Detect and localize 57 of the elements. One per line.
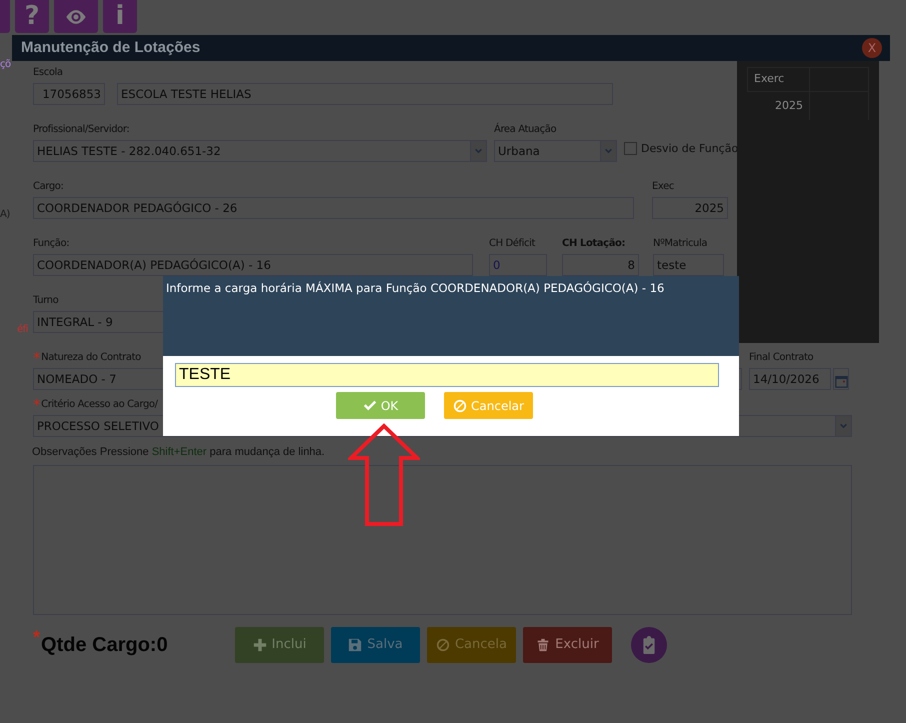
caret-icon — [839, 422, 848, 430]
field-label: Cargo: — [33, 180, 64, 194]
field-label: Função: — [33, 237, 70, 251]
table-cell: 2025 — [748, 91, 810, 120]
observations-textarea[interactable] — [33, 464, 852, 614]
field-label: Exec — [652, 180, 675, 194]
field-label: Natureza do Contrato — [41, 351, 141, 365]
cancel-icon — [436, 638, 450, 652]
input-field[interactable]: 17056853 — [33, 83, 105, 105]
field-label: CH Déficit — [489, 237, 536, 251]
field-label: Profissional/Servidor: — [33, 123, 130, 137]
checkbox-label: Desvio de Função — [641, 140, 738, 156]
answer-field[interactable]: TESTE — [175, 363, 719, 387]
toolbar-button[interactable] — [54, 0, 98, 33]
required-marker: * — [33, 626, 40, 648]
input-field[interactable]: COORDENADOR PEDAGÓGICO - 26 — [33, 197, 634, 219]
window-title: Manutenção de Lotações — [21, 38, 200, 58]
caret-icon — [604, 146, 613, 156]
input-field[interactable]: ESCOLA TESTE HELIAS — [117, 83, 613, 105]
field-label: NºMatricula — [653, 237, 708, 251]
input-field[interactable]: COORDENADOR(A) PEDAGÓGICO(A) - 16 — [33, 254, 473, 276]
date-field[interactable]: 14/10/2026 — [749, 368, 831, 390]
field-label: Turno — [33, 294, 60, 308]
field-label: Critério Acesso ao Cargo/ — [41, 398, 158, 412]
input-field[interactable]: 0 — [489, 254, 547, 276]
count-label: Qtde Cargo:0 — [41, 632, 168, 658]
prompt-message: Informe a carga horária MÁXIMA para Função COORDENADOR(A) PEDAGÓGICO(A) - 16 — [166, 280, 666, 297]
cancel-button[interactable]: Cancela — [427, 626, 516, 662]
calendar-icon — [835, 375, 848, 388]
required-marker: * — [33, 397, 40, 413]
toolbar-button[interactable]: i — [103, 0, 137, 33]
close-button[interactable]: X — [862, 38, 882, 58]
cancel-button[interactable]: Cancelar — [444, 392, 533, 419]
select-field[interactable]: HELIAS TESTE - 282.040.651-32 — [33, 140, 487, 162]
input-field[interactable]: teste — [653, 254, 724, 276]
required-marker: * — [33, 350, 40, 366]
field-label: CH Lotação: — [562, 237, 626, 251]
field-label: Escola — [33, 66, 64, 80]
caret-icon — [474, 146, 483, 156]
column-header: Exerc — [748, 68, 810, 91]
checkmark-icon — [362, 398, 377, 412]
checkbox[interactable] — [624, 142, 637, 156]
delete-button[interactable]: Excluir — [523, 626, 612, 662]
field-label: Área Atuação — [494, 122, 558, 137]
select-field[interactable]: Urbana — [494, 140, 617, 162]
field-label: Final Contrato — [749, 351, 814, 365]
save-button[interactable]: Salva — [331, 626, 420, 662]
input-field[interactable]: 8 — [562, 254, 639, 276]
ok-button[interactable]: OK — [336, 392, 425, 419]
plus-icon — [252, 638, 267, 652]
toolbar-button[interactable]: ? — [15, 0, 49, 33]
cancel-icon — [453, 398, 468, 412]
checklist-button[interactable] — [631, 626, 667, 662]
hint-text: Observações Pressione Shift+Enter para mudança de linha. — [32, 445, 326, 460]
trash-icon — [536, 638, 550, 652]
text-fragment: çõ — [0, 58, 11, 72]
input-field[interactable]: 2025 — [652, 197, 728, 219]
